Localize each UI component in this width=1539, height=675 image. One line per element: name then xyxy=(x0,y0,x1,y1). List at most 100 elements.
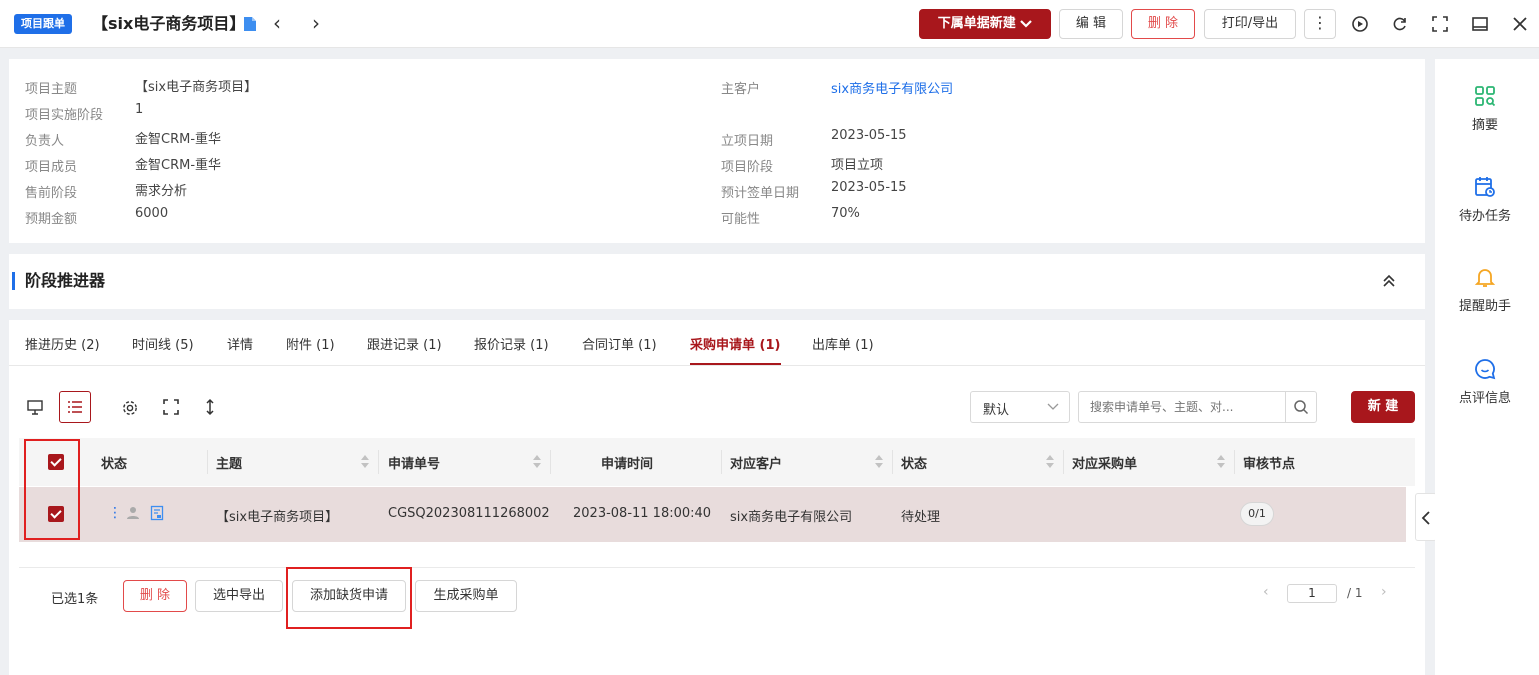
column-header-number[interactable]: 申请单号 xyxy=(388,453,440,472)
column-header-subject[interactable]: 主题 xyxy=(216,453,242,472)
page-prev-icon[interactable]: ‹ xyxy=(1263,584,1269,600)
info-value-probability: 70% xyxy=(831,206,860,221)
sidebar-item-comments[interactable]: 点评信息 xyxy=(1435,357,1535,406)
row-customer-link[interactable]: six商务电子有限公司 xyxy=(730,506,852,525)
document-icon[interactable] xyxy=(243,16,257,32)
export-selected-button[interactable]: 选中导出 xyxy=(195,580,283,612)
settings-gear-icon[interactable] xyxy=(121,399,139,417)
column-separator xyxy=(1063,450,1064,474)
column-separator xyxy=(721,450,722,474)
row-subject-link[interactable]: 【six电子商务项目】 xyxy=(216,506,338,525)
search-input[interactable] xyxy=(1080,393,1285,421)
sort-icon[interactable] xyxy=(533,454,541,470)
column-header-time[interactable]: 申请时间 xyxy=(601,453,653,472)
info-value-presale-stage: 需求分析 xyxy=(135,184,188,199)
info-value-expected-amount: 6000 xyxy=(135,206,169,221)
row-number: CGSQ202308111268002 xyxy=(388,506,550,521)
sort-icon[interactable] xyxy=(1046,454,1054,470)
review-node-badge[interactable]: 0/1 xyxy=(1240,502,1274,526)
expand-icon[interactable] xyxy=(162,398,180,416)
tab-follow-up[interactable]: 跟进记录 (1) xyxy=(367,334,442,353)
column-separator xyxy=(207,450,208,474)
tab-contract-orders[interactable]: 合同订单 (1) xyxy=(582,334,657,353)
info-label-main-customer: 主客户 xyxy=(721,82,761,97)
info-label-subject: 项目主题 xyxy=(25,82,78,97)
generate-purchase-order-button[interactable]: 生成采购单 xyxy=(415,580,517,612)
form-icon[interactable] xyxy=(150,505,164,521)
info-label-owner: 负责人 xyxy=(25,134,65,149)
info-value-project-stage: 项目立项 xyxy=(831,158,884,173)
next-record-icon[interactable]: › xyxy=(306,12,326,36)
sort-select-value: 默认 xyxy=(983,403,1010,418)
previous-record-icon[interactable]: ‹ xyxy=(267,12,287,36)
minimize-window-icon[interactable] xyxy=(1470,14,1490,34)
info-label-expected-amount: 预期金额 xyxy=(25,212,78,227)
column-header-purchase-order[interactable]: 对应采购单 xyxy=(1072,453,1137,472)
checkbox-highlight xyxy=(24,439,80,540)
project-info-panel: 项目主题 【six电子商务项目】 项目实施阶段 1 负责人 金智CRM-重华 项… xyxy=(9,59,1425,243)
info-label-probability: 可能性 xyxy=(721,212,761,227)
sidebar-item-tasks[interactable]: 待办任务 xyxy=(1435,175,1535,224)
create-sub-document-button[interactable]: 下属单据新建 xyxy=(919,9,1051,39)
stage-section xyxy=(9,254,1425,309)
sort-icon[interactable] xyxy=(361,454,369,470)
info-value-members: 金智CRM-重华 xyxy=(135,158,222,173)
top-bar: 项目跟单 【six电子商务项目】 ‹ › 下属单据新建 编 辑 删 除 打印/导… xyxy=(0,0,1539,48)
table-bottom-divider xyxy=(19,567,1415,568)
bell-icon xyxy=(1474,269,1496,287)
info-label-presale-stage: 售前阶段 xyxy=(25,186,78,201)
info-label-impl-stage: 项目实施阶段 xyxy=(25,108,104,123)
sort-icon[interactable] xyxy=(1217,454,1225,470)
collapse-icon[interactable] xyxy=(1382,273,1396,289)
column-header-review-node[interactable]: 审核节点 xyxy=(1243,453,1295,472)
stage-section-title: 阶段推进器 xyxy=(12,272,105,290)
kanban-view-icon[interactable] xyxy=(25,397,45,417)
column-header-customer[interactable]: 对应客户 xyxy=(730,453,782,472)
tab-details[interactable]: 详情 xyxy=(227,334,253,353)
search-divider xyxy=(1285,392,1286,422)
page-number-input[interactable]: 1 xyxy=(1287,584,1337,603)
refresh-icon[interactable] xyxy=(1390,14,1410,34)
info-label-sign-date: 预计签单日期 xyxy=(721,186,800,201)
info-value-subject: 【six电子商务项目】 xyxy=(135,80,258,95)
fullscreen-icon[interactable] xyxy=(1430,14,1450,34)
new-button[interactable]: 新 建 xyxy=(1351,391,1415,423)
expand-side-panel-button[interactable] xyxy=(1415,493,1437,541)
info-value-sign-date: 2023-05-15 xyxy=(831,180,907,195)
column-header-status[interactable]: 状态 xyxy=(901,453,927,472)
print-export-button[interactable]: 打印/导出 xyxy=(1204,9,1296,39)
info-value-owner: 金智CRM-重华 xyxy=(135,132,222,147)
info-label-members: 项目成员 xyxy=(25,160,78,175)
column-separator xyxy=(378,450,379,474)
batch-delete-button[interactable]: 删 除 xyxy=(123,580,187,612)
tab-outbound[interactable]: 出库单 (1) xyxy=(812,334,874,353)
page-next-icon[interactable]: › xyxy=(1381,584,1387,600)
chevron-down-icon xyxy=(1020,19,1033,28)
more-options-icon[interactable]: ⋮ xyxy=(1304,9,1336,39)
main-customer-link[interactable]: six商务电子有限公司 xyxy=(831,78,953,97)
delete-button[interactable]: 删 除 xyxy=(1131,9,1195,39)
close-icon[interactable] xyxy=(1510,14,1530,34)
edit-button[interactable]: 编 辑 xyxy=(1059,9,1123,39)
row-more-icon[interactable]: ⋮ xyxy=(108,505,122,521)
tab-progress-history[interactable]: 推进历史 (2) xyxy=(25,334,100,353)
search-icon[interactable] xyxy=(1293,399,1309,415)
sidebar-label-comments: 点评信息 xyxy=(1458,391,1511,406)
list-view-button[interactable] xyxy=(59,391,91,423)
info-value-start-date: 2023-05-15 xyxy=(831,128,907,143)
tab-quotes[interactable]: 报价记录 (1) xyxy=(474,334,549,353)
sort-select[interactable]: 默认 xyxy=(970,391,1070,423)
play-icon[interactable] xyxy=(1350,14,1370,34)
sidebar-item-reminder[interactable]: 提醒助手 xyxy=(1435,265,1535,314)
row-time: 2023-08-11 18:00:40 xyxy=(573,506,712,521)
tab-attachments[interactable]: 附件 (1) xyxy=(286,334,335,353)
sidebar-item-summary[interactable]: 摘要 xyxy=(1435,84,1535,133)
column-header-state[interactable]: 状态 xyxy=(101,453,127,472)
tab-purchase-requests[interactable]: 采购申请单 (1) xyxy=(690,334,780,353)
row-status: 待处理 xyxy=(901,510,941,525)
sort-icon[interactable] xyxy=(875,454,883,470)
list-icon xyxy=(68,401,82,413)
row-height-icon[interactable] xyxy=(203,398,217,416)
tabs-divider xyxy=(9,365,1425,366)
tab-timeline[interactable]: 时间线 (5) xyxy=(132,334,194,353)
